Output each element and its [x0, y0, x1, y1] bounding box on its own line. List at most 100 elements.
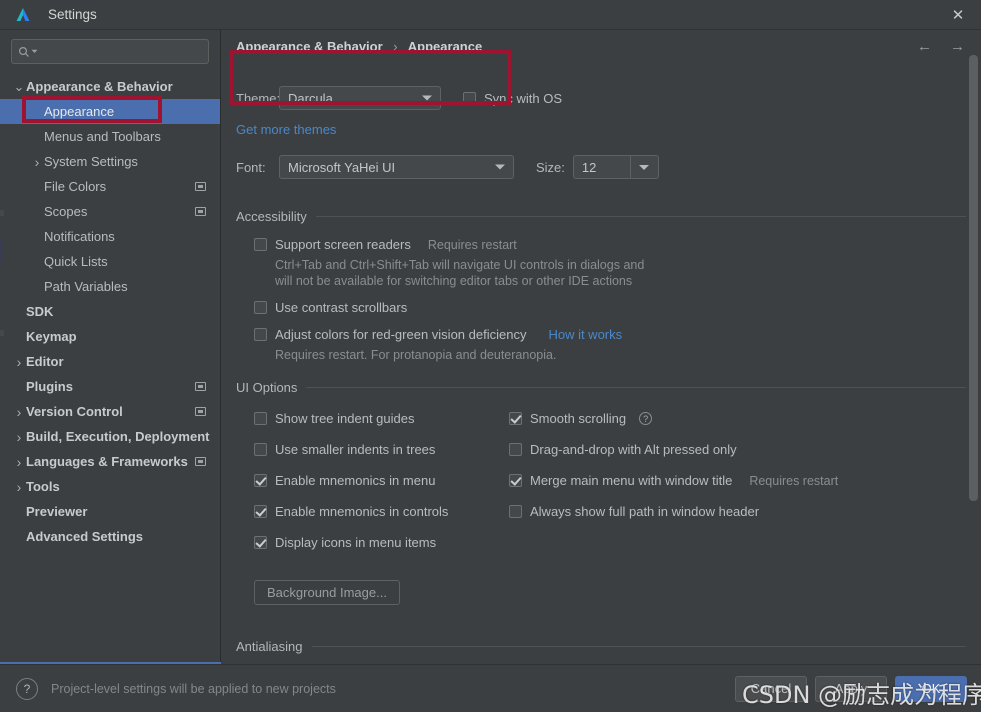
sidebar-item-scopes[interactable]: Scopes	[0, 199, 220, 224]
how-it-works-link[interactable]: How it works	[548, 327, 622, 342]
chevron-right-icon[interactable]: ›	[12, 404, 26, 420]
ui-option-right-0[interactable]: Smooth scrolling?	[509, 411, 981, 426]
chevron-right-icon[interactable]: ›	[12, 454, 26, 470]
chevron-down-icon	[31, 49, 38, 53]
ui-option-left-0[interactable]: Show tree indent guides	[254, 411, 509, 426]
ui-option-left-1[interactable]: Use smaller indents in trees	[254, 442, 509, 457]
chevron-right-icon[interactable]: ›	[12, 354, 26, 370]
accessibility-option-2[interactable]: Adjust colors for red-green vision defic…	[254, 327, 981, 342]
accessibility-option-1[interactable]: Use contrast scrollbars	[254, 300, 981, 315]
sidebar-item-menus-and-toolbars[interactable]: Menus and Toolbars	[0, 124, 220, 149]
sidebar-item-previewer[interactable]: Previewer	[0, 499, 220, 524]
help-icon[interactable]: ?	[16, 677, 38, 700]
sidebar-item-quick-lists[interactable]: Quick Lists	[0, 249, 220, 274]
sidebar-item-label: SDK	[26, 304, 54, 319]
plugin-badge-icon	[195, 407, 206, 416]
footer-note: Project-level settings will be applied t…	[51, 681, 336, 696]
edge-artifact	[0, 210, 4, 216]
sidebar-item-notifications[interactable]: Notifications	[0, 224, 220, 249]
checkbox-box	[254, 238, 267, 251]
forward-arrow-icon[interactable]: →	[950, 38, 965, 55]
edge-artifact	[0, 330, 4, 336]
checkbox-box	[254, 328, 267, 341]
checkbox-box	[254, 536, 267, 549]
accessibility-option-0[interactable]: Support screen readers Requires restart	[254, 237, 981, 252]
accessibility-option-0-label: Support screen readers	[275, 237, 411, 252]
ui-option-right-3[interactable]: Always show full path in window header	[509, 504, 981, 519]
font-label: Font:	[236, 159, 266, 175]
font-select[interactable]: Microsoft YaHei UI	[279, 155, 514, 179]
sidebar-item-path-variables[interactable]: Path Variables	[0, 274, 220, 299]
help-icon[interactable]: ?	[639, 412, 653, 425]
chevron-down-icon[interactable]: ⌄	[12, 80, 26, 93]
sync-with-os-checkbox[interactable]: Sync with OS	[463, 91, 562, 106]
ui-option-right-2[interactable]: Merge main menu with window title Require…	[509, 473, 981, 488]
sidebar-item-build-execution-deployment[interactable]: › Build, Execution, Deployment	[0, 424, 220, 449]
sidebar-item-appearance[interactable]: Appearance	[0, 99, 220, 124]
sidebar-item-label: Version Control	[26, 404, 123, 419]
sidebar-item-sdk[interactable]: SDK	[0, 299, 220, 324]
sidebar-item-system-settings[interactable]: › System Settings	[0, 149, 220, 174]
window-title: Settings	[48, 7, 97, 22]
sidebar-item-advanced-settings[interactable]: Advanced Settings	[0, 524, 220, 549]
chevron-right-icon[interactable]: ›	[30, 154, 44, 170]
checkbox-box	[509, 412, 522, 425]
sidebar-item-label: Notifications	[44, 229, 115, 244]
ui-option-right-3-label: Always show full path in window header	[530, 504, 760, 519]
content-scrollbar[interactable]	[969, 55, 978, 501]
breadcrumb-root[interactable]: Appearance & Behavior	[236, 39, 383, 54]
breadcrumb-separator: ›	[393, 38, 398, 54]
sidebar-item-label: Tools	[26, 479, 60, 494]
font-selected-value: Microsoft YaHei UI	[288, 159, 396, 175]
sidebar-item-appearance-behavior[interactable]: ⌄ Appearance & Behavior	[0, 74, 220, 99]
search-container	[0, 30, 220, 70]
chevron-down-icon	[422, 95, 432, 101]
chevron-right-icon[interactable]: ›	[12, 429, 26, 445]
sidebar-item-label: Appearance	[44, 104, 115, 119]
get-more-themes-link[interactable]: Get more themes	[236, 122, 336, 137]
back-arrow-icon[interactable]: ←	[917, 38, 932, 55]
chevron-down-icon[interactable]	[629, 156, 658, 178]
theme-label: Theme:	[236, 90, 281, 106]
accessibility-option-2-description: Requires restart. For protanopia and deu…	[275, 348, 557, 362]
settings-tree[interactable]: ⌄ Appearance & Behavior Appearance Menus an…	[0, 70, 220, 549]
ui-option-right-1-label: Drag-and-drop with Alt pressed only	[530, 442, 737, 457]
sidebar-item-label: Appearance & Behavior	[26, 79, 173, 94]
antialiasing-section-header: Antialiasing	[236, 639, 966, 654]
theme-row: Theme: Darcula Sync with OS	[236, 86, 981, 110]
ui-option-right-2-label: Merge main menu with window title	[530, 473, 733, 488]
breadcrumb-bar: Appearance & Behavior › Appearance ← →	[221, 30, 981, 62]
close-icon[interactable]: ✕	[935, 0, 981, 30]
sidebar-item-file-colors[interactable]: File Colors	[0, 174, 220, 199]
settings-content: Appearance & Behavior › Appearance ← → T…	[221, 30, 981, 664]
chevron-right-icon[interactable]: ›	[12, 479, 26, 495]
checkbox-box	[254, 443, 267, 456]
sidebar-item-keymap[interactable]: Keymap	[0, 324, 220, 349]
font-size-value: 12	[581, 159, 597, 175]
theme-select[interactable]: Darcula	[279, 86, 441, 110]
accessibility-heading: Accessibility	[236, 209, 307, 224]
checkbox-box	[254, 412, 267, 425]
sidebar-item-label: Quick Lists	[44, 254, 108, 269]
ui-option-right-1[interactable]: Drag-and-drop with Alt pressed only	[509, 442, 981, 457]
search-input[interactable]	[11, 39, 209, 64]
antialiasing-heading: Antialiasing	[236, 639, 303, 654]
edge-artifact	[0, 240, 4, 262]
ui-option-left-2[interactable]: Enable mnemonics in menu	[254, 473, 509, 488]
ui-option-left-3[interactable]: Enable mnemonics in controls	[254, 504, 509, 519]
sidebar-item-languages-frameworks[interactable]: › Languages & Frameworks	[0, 449, 220, 474]
sync-with-os-label: Sync with OS	[484, 90, 563, 106]
font-size-select[interactable]: 12	[572, 155, 659, 179]
sidebar-item-label: Scopes	[44, 204, 88, 219]
sidebar-item-version-control[interactable]: › Version Control	[0, 399, 220, 424]
ui-options-section-header: UI Options	[236, 380, 966, 395]
section-divider	[311, 646, 966, 647]
ui-option-left-4[interactable]: Display icons in menu items	[254, 535, 509, 550]
sidebar-item-label: Advanced Settings	[26, 529, 144, 544]
background-image-button[interactable]: Background Image...	[254, 580, 400, 605]
ui-options-left-column: Show tree indent guides Use smaller inden…	[254, 411, 509, 566]
sidebar-item-plugins[interactable]: Plugins	[0, 374, 220, 399]
sidebar-item-editor[interactable]: › Editor	[0, 349, 220, 374]
sidebar-item-tools[interactable]: › Tools	[0, 474, 220, 499]
checkbox-box	[463, 91, 476, 105]
